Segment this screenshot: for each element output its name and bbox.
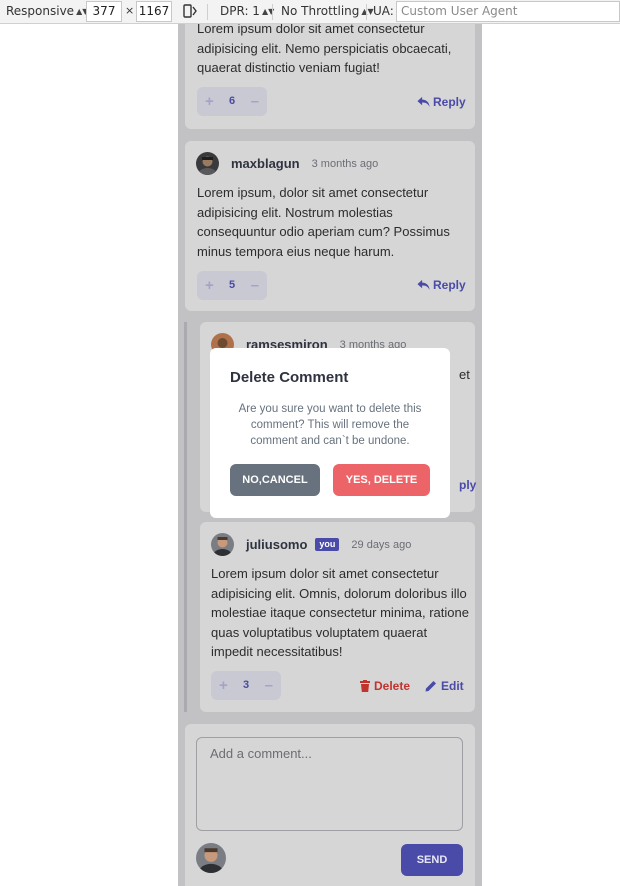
user-agent-input[interactable]: Custom User Agent <box>396 1 620 22</box>
comment-header: maxblagun 3 months ago <box>196 152 378 175</box>
comment-body-fragment: et <box>459 367 470 382</box>
reply-thread-line <box>184 322 187 712</box>
reply-button[interactable]: Reply <box>417 95 466 109</box>
username[interactable]: juliusomo <box>246 537 307 552</box>
vote-counter: + 5 – <box>197 271 267 300</box>
reply-label: Reply <box>433 278 466 292</box>
comment-body: Lorem ipsum dolor sit amet consectetur a… <box>197 24 452 75</box>
comment-body: Lorem ipsum dolor sit amet consectetur a… <box>211 566 469 659</box>
downvote-minus-icon[interactable]: – <box>251 87 259 116</box>
comment-date: 3 months ago <box>311 157 379 170</box>
reply-icon <box>417 96 430 108</box>
delete-button[interactable]: Delete <box>360 679 410 693</box>
rotate-icon[interactable] <box>182 3 198 21</box>
viewport-width-input[interactable]: 377 <box>86 1 122 22</box>
avatar <box>196 152 219 175</box>
reply-label: Reply <box>433 95 466 109</box>
delete-comment-modal: Delete Comment Are you sure you want to … <box>210 348 450 518</box>
comment-textarea[interactable]: Add a comment... <box>196 737 463 831</box>
reply-button[interactable]: Reply <box>417 278 466 292</box>
trash-icon <box>360 680 370 692</box>
avatar <box>211 533 234 556</box>
send-button[interactable]: SEND <box>401 844 463 876</box>
reply-icon <box>417 279 430 291</box>
viewport-height-input[interactable]: 1167 <box>136 1 172 22</box>
pencil-icon <box>425 681 436 692</box>
throttling-label: No Throttling <box>281 4 360 18</box>
edit-button[interactable]: Edit <box>425 679 464 693</box>
devtools-toolbar: Responsive ▲▼ 377 × 1167 DPR: 1 ▲▼ No Thro… <box>0 0 620 24</box>
cancel-button[interactable]: NO,CANCEL <box>230 464 320 496</box>
device-mode-select[interactable]: Responsive ▲▼ <box>6 0 88 23</box>
device-mode-label: Responsive <box>6 4 75 18</box>
ua-label: UA: <box>373 4 394 18</box>
downvote-minus-icon[interactable]: – <box>265 671 273 700</box>
modal-message: Are you sure you want to delete this com… <box>238 403 422 447</box>
vote-counter: + 3 – <box>211 671 281 700</box>
reply-button[interactable]: ply <box>459 478 476 492</box>
comment-date: 29 days ago <box>351 538 412 551</box>
edit-label: Edit <box>441 679 464 693</box>
toolbar-divider <box>272 4 273 20</box>
reply-card: juliusomo you 29 days ago Lorem ipsum do… <box>200 522 475 712</box>
dpr-label: DPR: 1 <box>220 4 260 18</box>
current-user-avatar <box>196 843 226 873</box>
throttling-select[interactable]: No Throttling ▲▼ <box>281 0 374 23</box>
delete-label: Delete <box>374 679 411 693</box>
toolbar-divider <box>366 4 367 20</box>
username[interactable]: maxblagun <box>231 156 300 171</box>
comment-card: maxblagun 3 months ago Lorem ipsum, dolo… <box>185 141 475 311</box>
viewport-gutter-left <box>0 24 178 886</box>
comment-card: Lorem ipsum dolor sit amet consectetur a… <box>185 24 475 129</box>
dimension-separator: × <box>125 4 135 17</box>
downvote-minus-icon[interactable]: – <box>251 271 259 300</box>
comment-header: juliusomo you 29 days ago <box>211 533 411 556</box>
vote-counter: + 6 – <box>197 87 267 116</box>
you-badge: you <box>315 538 340 551</box>
dpr-select[interactable]: DPR: 1 ▲▼ <box>220 0 274 23</box>
modal-title: Delete Comment <box>230 369 349 386</box>
toolbar-divider <box>207 4 208 20</box>
comment-body: Lorem ipsum, dolor sit amet consectetur … <box>197 185 450 259</box>
viewport-gutter-right <box>482 24 620 886</box>
confirm-delete-button[interactable]: YES, DELETE <box>333 464 430 496</box>
select-arrows-icon: ▲▼ <box>361 7 374 16</box>
